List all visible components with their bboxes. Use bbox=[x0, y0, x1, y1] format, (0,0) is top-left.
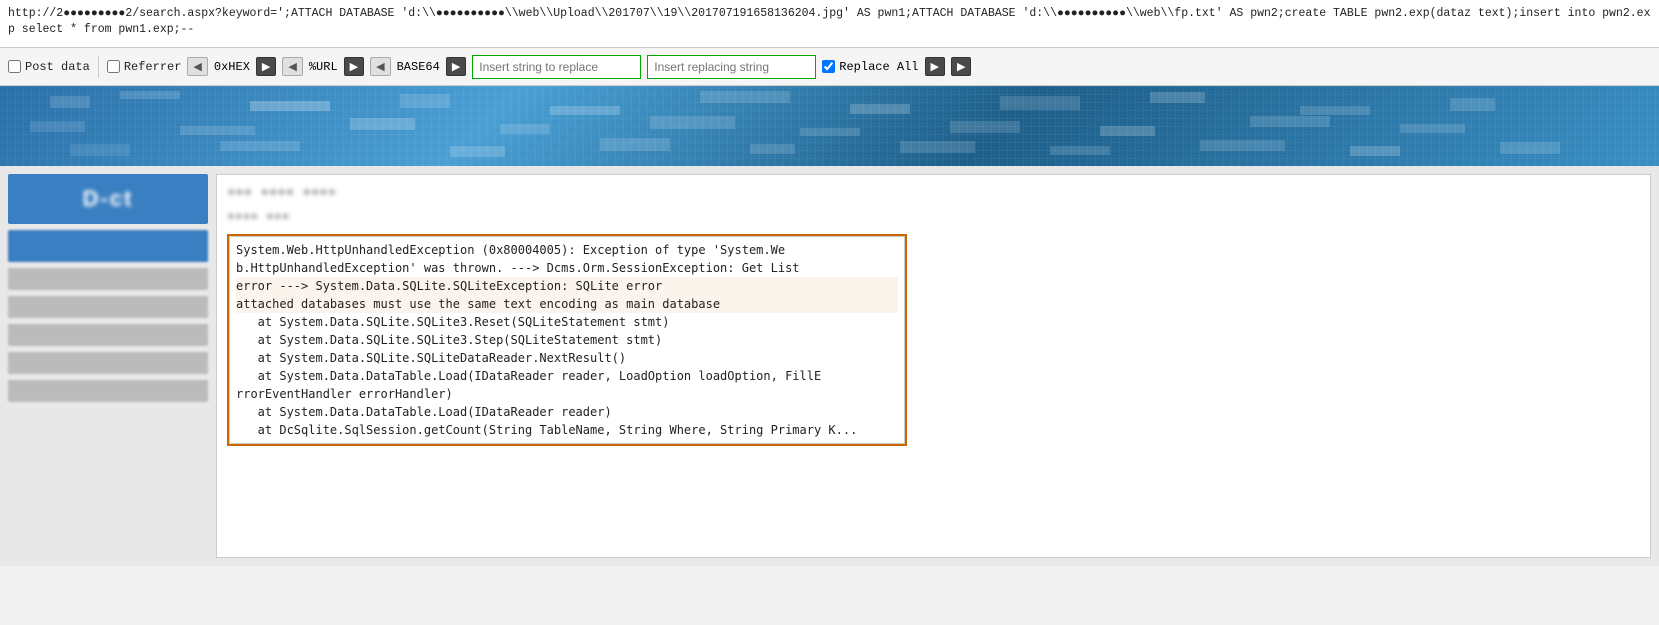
separator-1 bbox=[98, 56, 99, 78]
main-content: D-ct ●●● ●●●● ●●●● ●●●● ●●● System.Web.H… bbox=[0, 86, 1659, 625]
replace-all-checkbox[interactable] bbox=[822, 60, 835, 73]
referrer-checkbox[interactable] bbox=[107, 60, 120, 73]
replace-all-label: Replace All bbox=[839, 60, 918, 74]
oxhex-label: 0xHEX bbox=[214, 60, 250, 74]
error-line-11: at DcSqlite.SqlSession.getCount(String T… bbox=[236, 421, 898, 439]
sidebar-item-4[interactable] bbox=[8, 352, 208, 374]
webpage-area: D-ct ●●● ●●●● ●●●● ●●●● ●●● System.Web.H… bbox=[0, 86, 1659, 625]
web-sidebar: D-ct bbox=[8, 174, 208, 558]
sidebar-item-2[interactable] bbox=[8, 296, 208, 318]
error-line-5: at System.Data.SQLite.SQLite3.Reset(SQLi… bbox=[236, 313, 898, 331]
base64-left-arrow[interactable]: ◀ bbox=[370, 57, 390, 76]
web-header-banner bbox=[0, 86, 1659, 166]
post-data-item[interactable]: Post data bbox=[8, 60, 90, 74]
referrer-item[interactable]: Referrer bbox=[107, 60, 182, 74]
error-line-3: error ---> System.Data.SQLite.SQLiteExce… bbox=[236, 277, 898, 295]
post-data-checkbox[interactable] bbox=[8, 60, 21, 73]
error-line-7: at System.Data.SQLite.SQLiteDataReader.N… bbox=[236, 349, 898, 367]
url-left-arrow[interactable]: ◀ bbox=[282, 57, 302, 76]
sidebar-item-5[interactable] bbox=[8, 380, 208, 402]
sidebar-item-1[interactable] bbox=[8, 268, 208, 290]
error-line-4: attached databases must use the same tex… bbox=[236, 295, 898, 313]
url-label: %URL bbox=[309, 60, 338, 74]
url-text: http://2●●●●●●●●●2/search.aspx?keyword='… bbox=[8, 6, 1651, 38]
web-main-subtitle: ●●●● ●●● bbox=[227, 209, 1640, 224]
error-line-6: at System.Data.SQLite.SQLite3.Step(SQLit… bbox=[236, 331, 898, 349]
base64-right-arrow[interactable]: ▶ bbox=[446, 57, 466, 76]
sidebar-block-1 bbox=[8, 230, 208, 262]
error-line-9: rrorEventHandler errorHandler) bbox=[236, 385, 898, 403]
sidebar-item-3[interactable] bbox=[8, 324, 208, 346]
replace-right-arrow-2[interactable]: ▶ bbox=[951, 57, 971, 76]
sidebar-logo: D-ct bbox=[8, 174, 208, 224]
oxhex-left-arrow[interactable]: ◀ bbox=[187, 57, 207, 76]
replace-right-arrow-1[interactable]: ▶ bbox=[925, 57, 945, 76]
url-right-arrow[interactable]: ▶ bbox=[344, 57, 364, 76]
web-body: D-ct ●●● ●●●● ●●●● ●●●● ●●● System.Web.H… bbox=[0, 166, 1659, 566]
oxhex-right-arrow[interactable]: ▶ bbox=[256, 57, 276, 76]
toolbar: Post data Referrer ◀ 0xHEX ▶ ◀ %URL ▶ ◀ … bbox=[0, 48, 1659, 86]
error-line-1: System.Web.HttpUnhandledException (0x800… bbox=[236, 241, 898, 259]
post-data-label: Post data bbox=[25, 60, 90, 74]
insert-replacing-input[interactable] bbox=[647, 55, 816, 79]
error-box: System.Web.HttpUnhandledException (0x800… bbox=[227, 234, 907, 446]
web-main-title: ●●● ●●●● ●●●● bbox=[227, 185, 1640, 201]
error-line-2: b.HttpUnhandledException' was thrown. --… bbox=[236, 259, 898, 277]
base64-label: BASE64 bbox=[397, 60, 440, 74]
insert-string-input[interactable] bbox=[472, 55, 641, 79]
url-bar: http://2●●●●●●●●●2/search.aspx?keyword='… bbox=[0, 0, 1659, 48]
sidebar-logo-text: D-ct bbox=[83, 186, 134, 212]
web-main-area: ●●● ●●●● ●●●● ●●●● ●●● System.Web.HttpUn… bbox=[216, 174, 1651, 558]
error-text-area[interactable]: System.Web.HttpUnhandledException (0x800… bbox=[229, 236, 905, 444]
error-line-8: at System.Data.DataTable.Load(IDataReade… bbox=[236, 367, 898, 385]
referrer-label: Referrer bbox=[124, 60, 182, 74]
replace-all-area[interactable]: Replace All bbox=[822, 60, 918, 74]
error-line-10: at System.Data.DataTable.Load(IDataReade… bbox=[236, 403, 898, 421]
